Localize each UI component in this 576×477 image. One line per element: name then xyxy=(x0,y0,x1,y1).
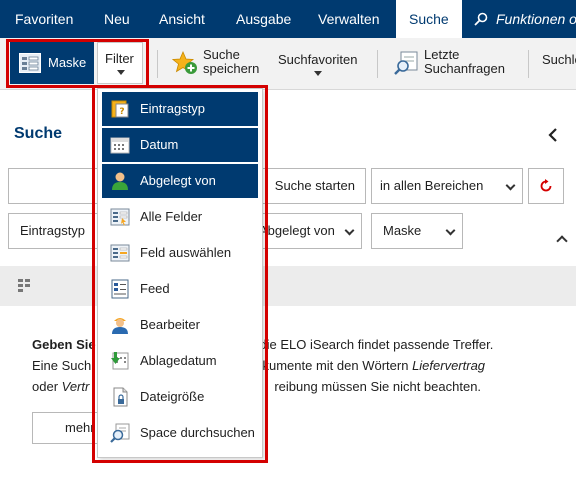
search-space-icon xyxy=(110,423,130,443)
tab-favoriten[interactable]: Favoriten xyxy=(3,0,85,38)
filter-button-label: Filter xyxy=(105,51,134,66)
result-toolbar xyxy=(0,266,576,306)
filter-item-label: Feed xyxy=(140,281,170,296)
filter-item-label: Abgelegt von xyxy=(140,173,216,188)
filter-item-all-fields[interactable]: Alle Felder xyxy=(102,200,258,234)
hint-line2b: okumente mit den Wörtern xyxy=(255,358,413,373)
filter-chip-mask[interactable]: Maske xyxy=(371,213,463,249)
reset-button[interactable] xyxy=(528,168,564,204)
mask-button-label: Maske xyxy=(48,55,87,70)
file-size-icon xyxy=(113,387,128,407)
search-favorites-button[interactable]: Suchfavoriten xyxy=(276,44,362,84)
ribbon-divider xyxy=(528,50,529,78)
filter-chip-entry-type-label: Eintragstyp xyxy=(20,223,86,238)
function-search-label: Funktionen o xyxy=(496,11,576,27)
filter-item-entry-type[interactable]: ? Eintragstyp xyxy=(102,92,258,126)
function-search[interactable]: Funktionen o xyxy=(474,0,576,38)
save-search-label-line1: Suche xyxy=(203,47,240,62)
filter-item-editor[interactable]: Bearbeiter xyxy=(102,308,258,342)
filter-item-select-field[interactable]: Feld auswählen xyxy=(102,236,258,270)
save-search-label-line2: speichern xyxy=(203,61,260,76)
search-favorites-label: Suchfavoriten xyxy=(278,52,358,67)
filter-item-label: Alle Felder xyxy=(140,209,203,224)
mask-form-icon xyxy=(19,53,41,73)
filter-item-file-size[interactable]: Dateigröße xyxy=(102,380,258,414)
filter-chip-entry-type[interactable]: Eintragstyp xyxy=(8,213,98,249)
svg-text:?: ? xyxy=(119,107,124,117)
search-list-button[interactable]: Suchle xyxy=(540,44,576,84)
recent-searches-label-line1: Letzte xyxy=(424,47,460,62)
tab-ausgabe[interactable]: Ausgabe xyxy=(224,0,303,38)
filter-chip-filed-by[interactable]: Abgelegt von xyxy=(262,213,362,249)
tab-ansicht[interactable]: Ansicht xyxy=(147,0,217,38)
hint-line3a: oder xyxy=(32,379,62,394)
select-field-icon xyxy=(110,244,130,262)
filter-chip-mask-label: Maske xyxy=(383,223,422,238)
all-fields-icon xyxy=(110,208,130,226)
chevron-left-icon[interactable] xyxy=(548,128,558,142)
filter-chip-filed-by-label: Abgelegt von xyxy=(262,223,335,238)
save-search-label: Suche speichern xyxy=(203,48,259,76)
hint-line1: d die ELO iSearch findet passende Treffe… xyxy=(248,337,494,352)
filter-button[interactable]: Filter xyxy=(97,42,143,84)
chevron-down-icon xyxy=(505,180,516,191)
page-title: Suche xyxy=(14,125,63,142)
hint-line2c: Liefervertrag xyxy=(412,358,486,373)
filter-item-label: Bearbeiter xyxy=(140,317,200,332)
start-search-button[interactable]: Suche starten xyxy=(262,168,366,204)
ribbon-divider xyxy=(157,50,158,78)
entry-type-icon: ? xyxy=(111,100,129,118)
tab-suche[interactable]: Suche xyxy=(396,0,462,38)
chevron-down-icon xyxy=(117,70,125,75)
user-icon xyxy=(112,172,128,190)
tab-verwalten[interactable]: Verwalten xyxy=(306,0,391,38)
recent-searches-label-line2: Suchanfragen xyxy=(424,61,505,76)
chevron-down-icon xyxy=(344,225,355,236)
filing-date-icon xyxy=(111,352,129,370)
ribbon: Maske Filter Suche speichern Suchfavorite… xyxy=(0,38,576,90)
menu-bar: Favoriten Neu Ansicht Ausgabe Verwalten … xyxy=(0,0,576,38)
filter-item-label: Eintragstyp xyxy=(140,101,206,116)
filter-item-label: Dateigröße xyxy=(140,389,205,404)
filter-item-search-space[interactable]: Space durchsuchen xyxy=(102,416,258,450)
filter-item-date[interactable]: Datum xyxy=(102,128,258,162)
reset-icon xyxy=(540,179,552,192)
hint-bold: Geben Sie xyxy=(32,337,96,352)
filter-item-label: Datum xyxy=(140,137,179,152)
editor-icon xyxy=(112,318,128,334)
search-icon xyxy=(474,12,488,26)
calendar-icon xyxy=(110,137,130,154)
filter-dropdown: ? Eintragstyp Datum Abgelegt von Alle Fe… xyxy=(97,88,263,458)
tab-neu[interactable]: Neu xyxy=(92,0,142,38)
ribbon-divider xyxy=(377,50,378,78)
mask-button[interactable]: Maske xyxy=(10,42,94,84)
filter-item-feed[interactable]: Feed xyxy=(102,272,258,306)
filter-item-label: Ablagedatum xyxy=(140,353,217,368)
recent-search-icon xyxy=(394,51,418,75)
filter-item-filing-date[interactable]: Ablagedatum xyxy=(102,344,258,378)
star-add-icon xyxy=(172,51,197,74)
chevron-down-icon xyxy=(445,225,456,236)
search-input[interactable] xyxy=(8,168,108,204)
feed-icon xyxy=(111,279,129,299)
chevron-up-icon[interactable] xyxy=(556,235,568,247)
filter-item-label: Feld auswählen xyxy=(140,245,232,260)
hint-line2a: Eine Such xyxy=(32,358,92,373)
area-select-value: in allen Bereichen xyxy=(380,178,484,193)
filter-item-label: Space durchsuchen xyxy=(140,425,255,440)
filter-item-filed-by[interactable]: Abgelegt von xyxy=(102,164,258,198)
recent-searches-label: Letzte Suchanfragen xyxy=(424,48,505,76)
area-select[interactable]: in allen Bereichen xyxy=(371,168,523,204)
hint-line3c: reibung müssen Sie nicht beachten. xyxy=(274,379,482,394)
chevron-down-icon xyxy=(314,71,322,76)
recent-searches-button[interactable]: Letzte Suchanfragen xyxy=(392,44,512,84)
save-search-button[interactable]: Suche speichern xyxy=(170,44,262,84)
hint-line3b: Vertr xyxy=(61,379,90,394)
search-list-label: Suchle xyxy=(542,52,576,67)
list-view-icon[interactable] xyxy=(18,279,34,293)
